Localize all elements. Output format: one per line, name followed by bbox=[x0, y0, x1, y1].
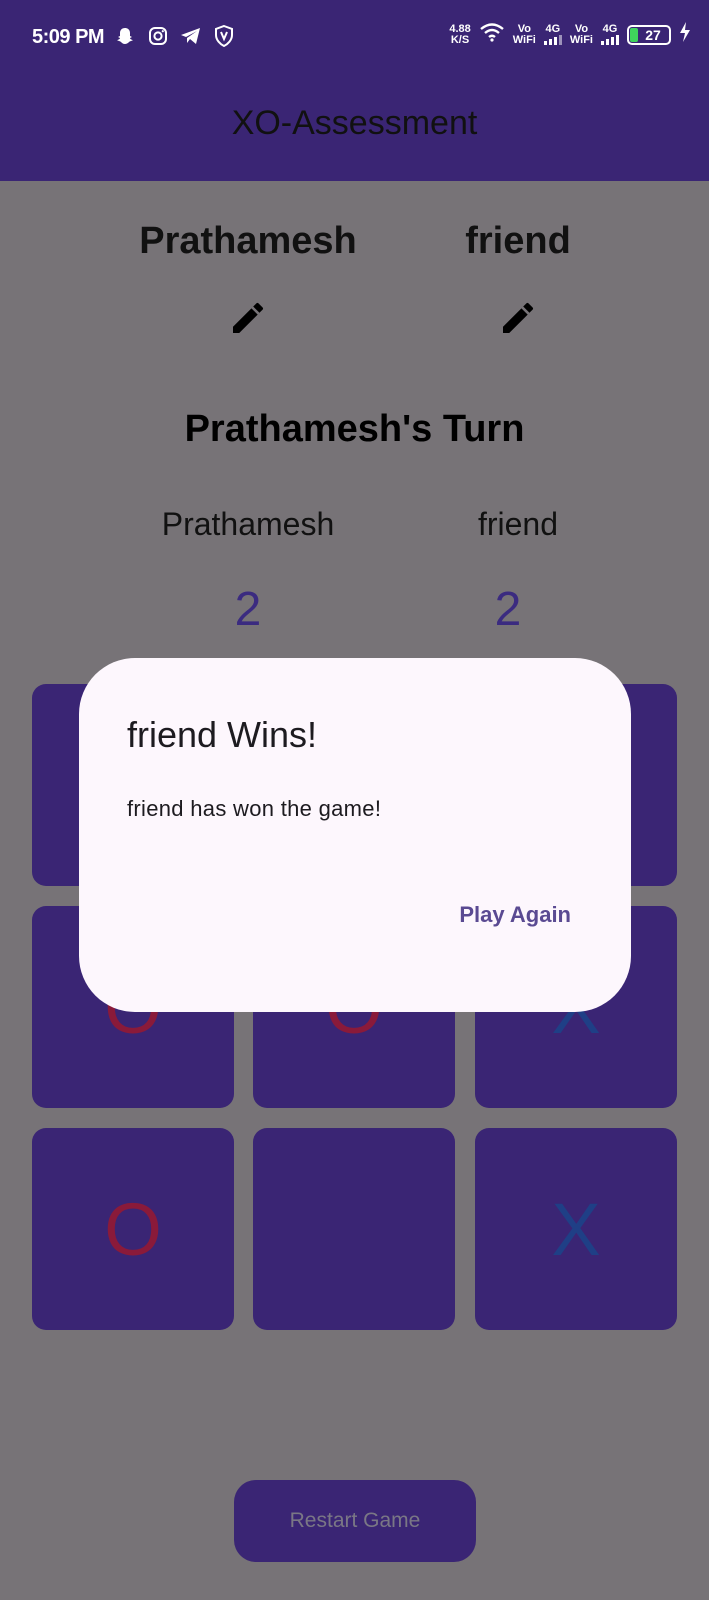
battery-indicator: 27 bbox=[627, 24, 671, 45]
instagram-icon bbox=[147, 25, 169, 47]
sim1-signal: 4G bbox=[543, 24, 562, 45]
sim1-vowifi-label: Vo WiFi bbox=[512, 22, 536, 46]
app-header: 5:09 PM 4.88 K/S Vo WiFi 4G Vo WiFi 4G 2… bbox=[0, 0, 709, 181]
dialog-title: friend Wins! bbox=[127, 714, 318, 755]
wifi-icon bbox=[479, 22, 505, 47]
status-bar: 5:09 PM 4.88 K/S Vo WiFi 4G Vo WiFi 4G 2… bbox=[0, 0, 709, 78]
cell-mark: X bbox=[551, 1187, 601, 1271]
turn-indicator: Prathamesh's Turn bbox=[184, 408, 525, 450]
pencil-icon bbox=[233, 302, 264, 333]
edit-player1-button[interactable] bbox=[228, 298, 268, 338]
player2-name: friend bbox=[465, 220, 571, 262]
edit-player2-button[interactable] bbox=[498, 298, 538, 338]
signal-bars-icon bbox=[543, 35, 562, 45]
vpn-icon bbox=[213, 25, 235, 47]
win-dialog: friend Wins! friend has won the game! Pl… bbox=[79, 658, 631, 1012]
charging-icon bbox=[679, 22, 691, 47]
board-cell[interactable]: O bbox=[32, 1128, 234, 1330]
restart-game-button[interactable]: Restart Game bbox=[234, 1480, 476, 1562]
play-again-button[interactable]: Play Again bbox=[459, 902, 571, 928]
signal-bars-icon bbox=[601, 35, 619, 45]
score-player2-value: 2 bbox=[494, 583, 522, 636]
notification-icons bbox=[114, 25, 235, 47]
cell-mark: O bbox=[104, 1187, 162, 1271]
board-cell[interactable]: X bbox=[475, 1128, 677, 1330]
score-player1-value: 2 bbox=[234, 583, 262, 636]
telegram-icon bbox=[180, 25, 202, 47]
board-cell[interactable] bbox=[253, 1128, 455, 1330]
network-speed: 4.88 K/S bbox=[449, 22, 471, 46]
dialog-message: friend has won the game! bbox=[127, 796, 382, 821]
score-player2-name: friend bbox=[477, 506, 559, 542]
system-indicators: 4.88 K/S Vo WiFi 4G Vo WiFi 4G 27 bbox=[449, 22, 691, 47]
pencil-icon bbox=[503, 302, 534, 333]
player1-name: Prathamesh bbox=[139, 220, 357, 262]
app-title: XO-Assessment bbox=[231, 104, 478, 142]
score-player1-name: Prathamesh bbox=[161, 506, 335, 542]
snapchat-icon bbox=[114, 25, 136, 47]
sim2-signal: 4G bbox=[601, 24, 619, 45]
sim2-vowifi-label: Vo WiFi bbox=[569, 22, 593, 46]
status-time: 5:09 PM bbox=[32, 26, 105, 48]
